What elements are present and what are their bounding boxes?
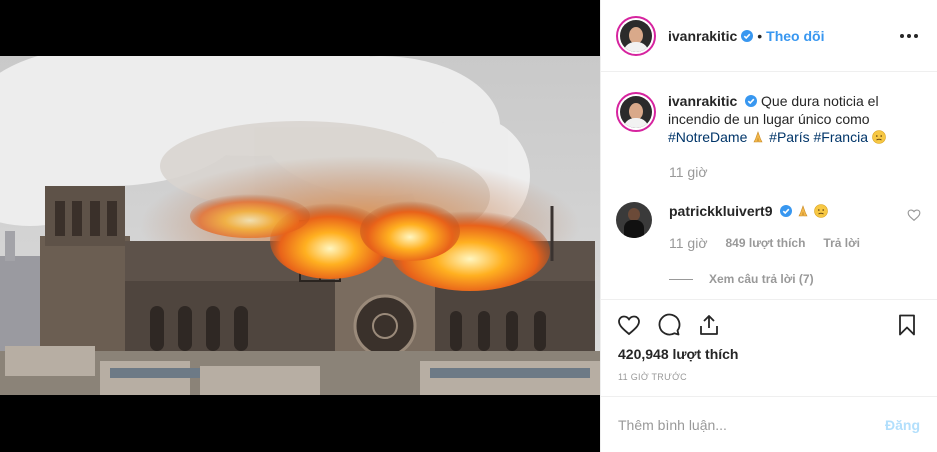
replies-divider xyxy=(669,278,693,280)
caption-username[interactable]: ivanrakitic xyxy=(668,93,737,109)
sad-emoji xyxy=(872,130,886,144)
sad-emoji xyxy=(814,204,828,218)
hashtag-paris[interactable]: #París xyxy=(769,129,809,145)
comment-meta: 11 giờ 849 lượt thích Trả lời xyxy=(669,235,860,251)
hashtag-francia[interactable]: #Francia xyxy=(814,129,868,145)
comment-icon[interactable] xyxy=(655,311,683,339)
verified-icon xyxy=(745,95,758,107)
separator-dot: • xyxy=(757,27,763,44)
comment-item: patrickkluivert9 xyxy=(616,202,921,238)
commenter-username[interactable]: patrickkluivert9 xyxy=(669,203,773,219)
comment-likes[interactable]: 849 lượt thích xyxy=(726,236,806,251)
post-header: ivanrakitic • Theo dõi xyxy=(601,0,937,72)
comment-input[interactable] xyxy=(618,416,868,433)
comment-time[interactable]: 11 giờ xyxy=(669,235,708,251)
comment-like-icon[interactable] xyxy=(907,208,921,222)
post-comment-button[interactable]: Đăng xyxy=(885,417,920,433)
verified-icon xyxy=(780,205,793,217)
action-bar xyxy=(615,310,921,340)
view-replies-button[interactable]: Xem câu trả lời (7) xyxy=(669,272,814,286)
notre-dame-fire-image xyxy=(0,56,600,395)
owner-avatar[interactable] xyxy=(616,15,656,56)
likes-count[interactable]: 420,948 lượt thích xyxy=(618,346,738,362)
heart-icon[interactable] xyxy=(615,311,643,339)
post-timestamp[interactable]: 11 GIỜ TRƯỚC xyxy=(618,372,687,382)
caption: ivanrakitic Que dura noticia el incendio… xyxy=(616,92,917,146)
caption-time[interactable]: 11 giờ xyxy=(669,164,708,180)
verified-icon xyxy=(741,29,754,42)
more-icon[interactable] xyxy=(897,24,921,48)
share-icon[interactable] xyxy=(695,311,723,339)
reply-button[interactable]: Trả lời xyxy=(823,236,860,251)
pray-emoji xyxy=(798,205,808,217)
view-replies-label: Xem câu trả lời (7) xyxy=(709,272,814,286)
commenter-avatar[interactable] xyxy=(616,202,652,238)
post-photo[interactable] xyxy=(0,56,600,395)
caption-text: ivanrakitic Que dura noticia el incendio… xyxy=(668,92,898,146)
comment-body: patrickkluivert9 xyxy=(669,202,828,238)
comments-section: ivanrakitic Que dura noticia el incendio… xyxy=(601,72,937,300)
post-media xyxy=(0,0,600,452)
post-panel: ivanrakitic • Theo dõi ivanrakitic Que d… xyxy=(600,0,937,452)
hashtag-notredame[interactable]: #NotreDame xyxy=(668,129,747,145)
owner-username[interactable]: ivanrakitic xyxy=(668,28,737,44)
bookmark-icon[interactable] xyxy=(893,311,921,339)
follow-button[interactable]: Theo dõi xyxy=(766,28,824,44)
pray-emoji xyxy=(753,131,763,143)
add-comment-bar: Đăng xyxy=(601,396,937,452)
caption-avatar[interactable] xyxy=(616,92,656,132)
